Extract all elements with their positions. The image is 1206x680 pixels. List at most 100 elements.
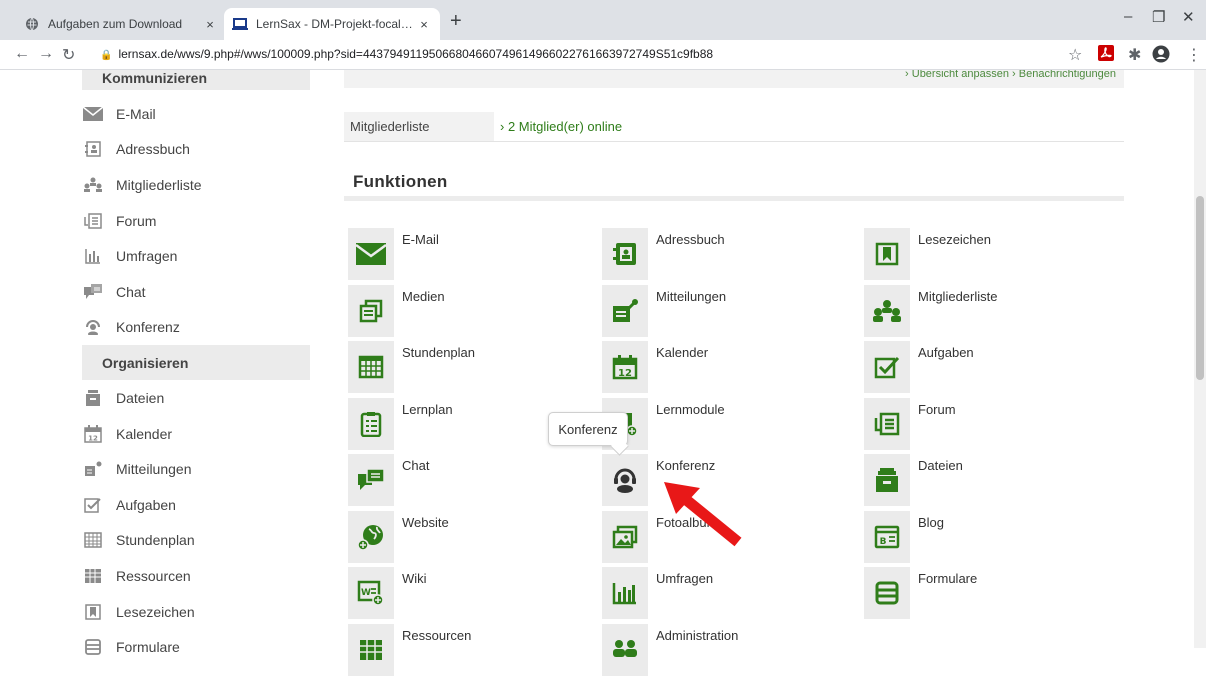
function-mitteilungen[interactable]: Mitteilungen	[602, 285, 864, 342]
members-online-link[interactable]: › 2 Mitglied(er) online	[494, 112, 622, 141]
function-label: Adressbuch	[656, 228, 725, 247]
tab-title: Aufgaben zum Download	[48, 17, 202, 31]
forum-icon	[82, 212, 104, 230]
function-wiki[interactable]: W Wiki	[348, 567, 602, 624]
back-icon[interactable]: ←	[14, 45, 30, 63]
function-dateien[interactable]: Dateien	[864, 454, 1124, 511]
functions-grid: E-Mail Adressbuch Lesezeichen Medien Mit…	[348, 228, 1128, 680]
sidebar-item-kalender[interactable]: 12 Kalender	[82, 416, 310, 452]
function-adressbuch[interactable]: Adressbuch	[602, 228, 864, 285]
conference-icon	[602, 454, 648, 506]
sidebar-item-forum[interactable]: Forum	[82, 203, 310, 239]
sidebar-item-label: Lesezeichen	[116, 604, 195, 620]
members-icon	[82, 176, 104, 194]
menu-icon[interactable]: ⋮	[1186, 45, 1202, 65]
sidebar-section-kommunizieren[interactable]: Kommunizieren	[82, 70, 310, 90]
bookmark-icon	[864, 228, 910, 280]
functions-heading: Funktionen	[353, 172, 448, 192]
function-label: E-Mail	[402, 228, 439, 247]
url-field[interactable]: 🔒lernsax.de/wws/9.php#/wws/100009.php?si…	[100, 47, 713, 61]
members-label: Mitgliederliste	[344, 112, 494, 141]
pdf-extension-icon[interactable]	[1098, 45, 1114, 66]
sidebar-item-label: Formulare	[116, 639, 180, 655]
sidebar-item-label: Adressbuch	[116, 141, 190, 157]
reload-icon[interactable]: ↻	[62, 45, 75, 65]
sidebar-item-lesezeichen[interactable]: Lesezeichen	[82, 594, 310, 630]
sidebar-section-organisieren[interactable]: Organisieren	[82, 345, 310, 380]
sidebar-item-konferenz[interactable]: Konferenz	[82, 310, 310, 346]
sidebar: Kommunizieren E-Mail Adressbuch Mitglied…	[82, 70, 310, 648]
restore-icon[interactable]: ❐	[1152, 8, 1165, 26]
sidebar-item-aufgaben[interactable]: Aufgaben	[82, 487, 310, 523]
function-aufgaben[interactable]: Aufgaben	[864, 341, 1124, 398]
sidebar-item-label: Dateien	[116, 390, 164, 406]
mail-icon	[348, 228, 394, 280]
globe-icon	[24, 16, 40, 32]
annotation-arrow-icon	[660, 478, 744, 553]
function-website[interactable]: Website	[348, 511, 602, 568]
sidebar-item-label: Chat	[116, 284, 146, 300]
function-lesezeichen[interactable]: Lesezeichen	[864, 228, 1124, 285]
sidebar-item-label: Umfragen	[116, 248, 177, 264]
sidebar-item-dateien[interactable]: Dateien	[82, 380, 310, 416]
function-administration[interactable]: Administration	[602, 624, 864, 680]
function-label: Website	[402, 511, 449, 530]
function-forum[interactable]: Forum	[864, 398, 1124, 455]
sidebar-item-umfragen[interactable]: Umfragen	[82, 238, 310, 274]
sidebar-item-mitgliederliste[interactable]: Mitgliederliste	[82, 167, 310, 203]
function-email[interactable]: E-Mail	[348, 228, 602, 285]
sidebar-item-ressourcen[interactable]: Ressourcen	[82, 558, 310, 594]
sidebar-item-formulare[interactable]: Formulare	[82, 629, 310, 665]
sidebar-item-stundenplan[interactable]: Stundenplan	[82, 523, 310, 559]
divider	[344, 196, 1124, 201]
sidebar-item-chat[interactable]: Chat	[82, 274, 310, 310]
function-medien[interactable]: Medien	[348, 285, 602, 342]
function-label: Kalender	[656, 341, 708, 360]
minimize-icon[interactable]: –	[1124, 8, 1132, 25]
function-ressourcen[interactable]: Ressourcen	[348, 624, 602, 680]
tab-aufgaben-download[interactable]: Aufgaben zum Download ×	[16, 8, 226, 40]
calendar-icon: 12	[602, 341, 648, 393]
function-kalender[interactable]: 12 Kalender	[602, 341, 864, 398]
function-formulare[interactable]: Formulare	[864, 567, 1124, 624]
function-chat[interactable]: Chat	[348, 454, 602, 511]
function-stundenplan[interactable]: Stundenplan	[348, 341, 602, 398]
sidebar-item-label: Kalender	[116, 426, 172, 442]
star-icon[interactable]: ☆	[1068, 45, 1082, 65]
function-label: Lernmodule	[656, 398, 725, 417]
function-blog[interactable]: B Blog	[864, 511, 1124, 568]
forms-icon	[82, 638, 104, 656]
sidebar-item-adressbuch[interactable]: Adressbuch	[82, 132, 310, 168]
addressbook-icon	[82, 140, 104, 158]
tab-title: LernSax - DM-Projekt-focalpoint	[256, 17, 416, 31]
wiki-icon: W	[348, 567, 394, 619]
profile-icon[interactable]	[1152, 45, 1170, 68]
forum-icon	[864, 398, 910, 450]
poll-icon	[602, 567, 648, 619]
scrollbar-thumb[interactable]	[1196, 196, 1204, 380]
window-close-icon[interactable]: ✕	[1182, 8, 1195, 26]
forward-icon[interactable]: →	[38, 45, 54, 63]
laptop-icon	[232, 16, 248, 32]
function-label: Aufgaben	[918, 341, 974, 360]
conference-icon	[82, 318, 104, 336]
blog-icon: B	[864, 511, 910, 563]
function-mitgliederliste[interactable]: Mitgliederliste	[864, 285, 1124, 342]
extensions-icon[interactable]: ✱	[1128, 45, 1141, 65]
sidebar-item-label: Aufgaben	[116, 497, 176, 513]
tab-close-icon[interactable]: ×	[416, 17, 432, 32]
mail-icon	[82, 105, 104, 123]
overview-links[interactable]: › Übersicht anpassen › Benachrichtigunge…	[344, 70, 1124, 88]
function-label: Stundenplan	[402, 341, 475, 360]
sidebar-item-email[interactable]: E-Mail	[82, 96, 310, 132]
tab-close-icon[interactable]: ×	[202, 17, 218, 32]
function-label: Mitgliederliste	[918, 285, 997, 304]
function-lernmodule[interactable]: Lernmodule	[602, 398, 864, 455]
function-label: Medien	[402, 285, 445, 304]
new-tab-button[interactable]: +	[450, 12, 462, 30]
tab-lernsax[interactable]: LernSax - DM-Projekt-focalpoint ×	[224, 8, 440, 40]
notice-icon	[82, 460, 104, 478]
function-umfragen[interactable]: Umfragen	[602, 567, 864, 624]
page-scrollbar[interactable]	[1194, 70, 1206, 648]
sidebar-item-mitteilungen[interactable]: Mitteilungen	[82, 451, 310, 487]
